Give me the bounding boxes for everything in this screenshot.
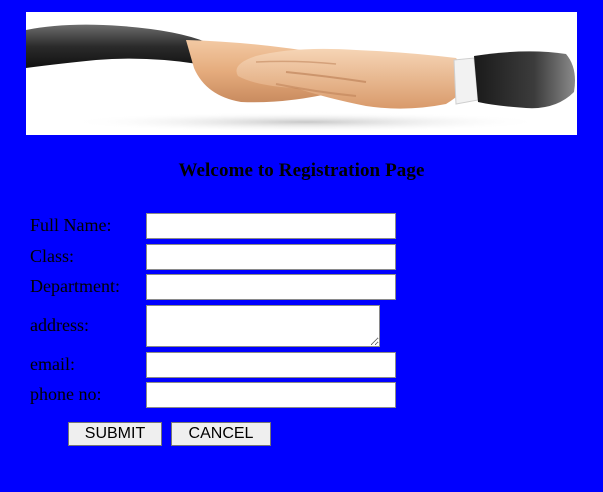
email-input[interactable] — [146, 352, 396, 378]
page-title: Welcome to Registration Page — [178, 160, 425, 181]
address-textarea[interactable] — [146, 305, 380, 347]
department-label: Department: — [30, 276, 120, 296]
department-input[interactable] — [146, 274, 396, 300]
email-label: email: — [30, 354, 75, 374]
phone-input[interactable] — [146, 382, 396, 408]
class-label: Class: — [30, 246, 75, 266]
class-input[interactable] — [146, 244, 396, 270]
submit-button[interactable]: SUBMIT — [68, 422, 162, 446]
phone-label: phone no: — [30, 384, 102, 404]
handshake-icon — [26, 24, 575, 132]
full-name-label: Full Name: — [30, 215, 112, 235]
address-label: address: — [30, 315, 89, 335]
full-name-input[interactable] — [146, 213, 396, 239]
cancel-button[interactable]: CANCEL — [171, 422, 271, 446]
handshake-banner-image — [26, 12, 577, 135]
